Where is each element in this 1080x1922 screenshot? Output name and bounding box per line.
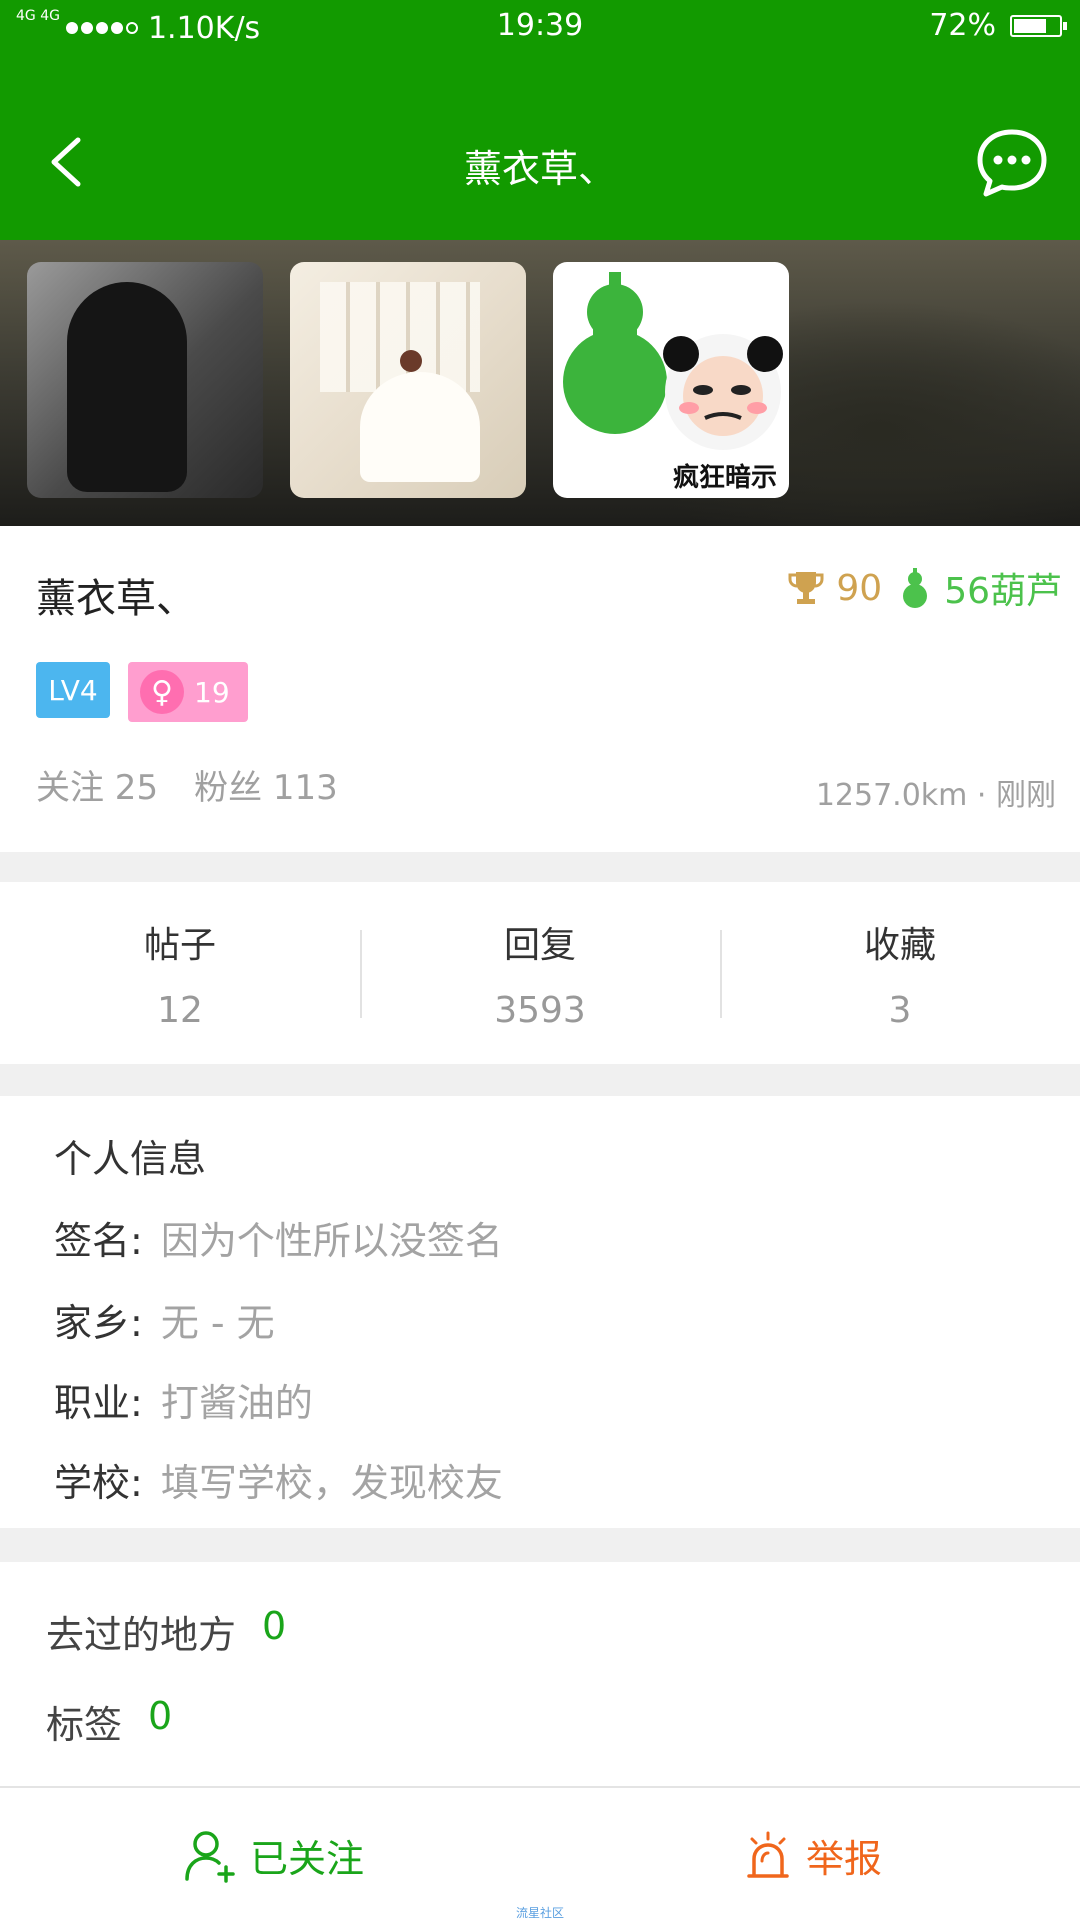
female-icon: ♀: [140, 670, 184, 714]
fans-count[interactable]: 粉丝 113: [194, 760, 338, 809]
info-label: 学校:: [54, 1461, 143, 1505]
profile-stats: 90 56葫芦: [786, 562, 1062, 614]
trophy-stat: 90: [786, 568, 882, 609]
places-visited-row[interactable]: 去过的地方 0: [46, 1604, 286, 1659]
age-value: 19: [194, 675, 230, 709]
battery-percent: 72%: [929, 8, 996, 43]
tags-label: 标签: [46, 1703, 123, 1747]
gender-age-badge: ♀ 19: [128, 662, 248, 722]
page-title: 薰衣草、: [463, 147, 616, 191]
posts-count-tab[interactable]: 帖子 12: [0, 882, 360, 1064]
following-count[interactable]: 关注 25: [36, 760, 158, 809]
activity-counts: 帖子 12 回复 3593 收藏 3: [0, 882, 1080, 1064]
count-label: 回复: [503, 924, 576, 966]
chat-bubble-icon: [977, 129, 1047, 197]
profile-photo[interactable]: 疯狂暗示: [553, 262, 789, 498]
info-label: 职业:: [54, 1381, 143, 1425]
battery-indicator: 72%: [929, 8, 1067, 43]
count-value: 3593: [494, 989, 586, 1031]
info-row-occupation: 职业: 打酱油的: [54, 1372, 313, 1427]
count-label: 收藏: [863, 924, 936, 966]
replies-count-tab[interactable]: 回复 3593: [360, 882, 720, 1064]
followed-button[interactable]: 已关注: [184, 1828, 364, 1883]
gourd-stat: 56葫芦: [898, 562, 1062, 614]
info-label: 签名:: [54, 1219, 143, 1263]
report-button[interactable]: 举报: [744, 1828, 882, 1883]
count-value: 12: [157, 989, 203, 1031]
info-value: 打酱油的: [160, 1381, 313, 1425]
places-count: 0: [262, 1604, 287, 1648]
watermark-text: 流星社区: [515, 1906, 564, 1920]
count-value: 3: [888, 989, 912, 1031]
places-label: 去过的地方: [46, 1613, 237, 1657]
section-divider: [0, 852, 1080, 882]
section-divider: [0, 1528, 1080, 1562]
info-value: 无 - 无: [160, 1301, 275, 1345]
message-button[interactable]: [974, 126, 1050, 202]
tags-count: 0: [148, 1694, 173, 1738]
nav-bar: 薰衣草、: [0, 56, 1080, 240]
info-value: 填写学校，发现校友: [160, 1461, 503, 1505]
user-followed-icon: [185, 1830, 235, 1883]
info-row-school[interactable]: 学校: 填写学校，发现校友: [54, 1452, 503, 1507]
level-badge: LV4: [36, 662, 110, 718]
tags-row[interactable]: 标签 0: [46, 1694, 172, 1749]
favorites-count-tab[interactable]: 收藏 3: [720, 882, 1080, 1064]
personal-info-title: 个人信息: [54, 1137, 207, 1181]
section-divider: [0, 1064, 1080, 1096]
profile-photo[interactable]: [290, 262, 526, 498]
status-bar: 4G 4G 1.10K/s 19:39 72%: [0, 0, 1080, 56]
photo-caption: 疯狂暗示: [672, 463, 777, 493]
info-row-signature: 签名: 因为个性所以没签名: [54, 1210, 503, 1265]
count-label: 帖子: [143, 924, 216, 966]
distance-time: 1257.0km · 刚刚: [815, 778, 1056, 813]
follow-stats: 关注 25 粉丝 113: [36, 760, 338, 809]
alarm-icon: [747, 1831, 789, 1878]
gourd-count: 56葫芦: [944, 571, 1062, 612]
photo-gallery: 疯狂暗示: [0, 240, 1080, 526]
profile-photo[interactable]: [27, 262, 263, 498]
info-label: 家乡:: [54, 1301, 143, 1345]
report-label: 举报: [806, 1837, 883, 1881]
info-value: 因为个性所以没签名: [160, 1219, 503, 1263]
status-time: 19:39: [496, 8, 584, 43]
user-badges: LV4 ♀ 19: [36, 662, 248, 722]
trophy-icon: [788, 572, 824, 604]
info-row-hometown: 家乡: 无 - 无: [54, 1292, 275, 1347]
battery-icon: [1010, 14, 1067, 37]
app-header: 4G 4G 1.10K/s 19:39 72% 薰衣草、: [0, 0, 1080, 240]
followed-label: 已关注: [250, 1837, 365, 1881]
bottom-action-bar: 已关注 举报: [0, 1786, 1080, 1922]
trophy-count: 90: [836, 567, 883, 609]
profile-name: 薰衣草、: [36, 576, 196, 622]
gourd-icon: [903, 568, 928, 608]
